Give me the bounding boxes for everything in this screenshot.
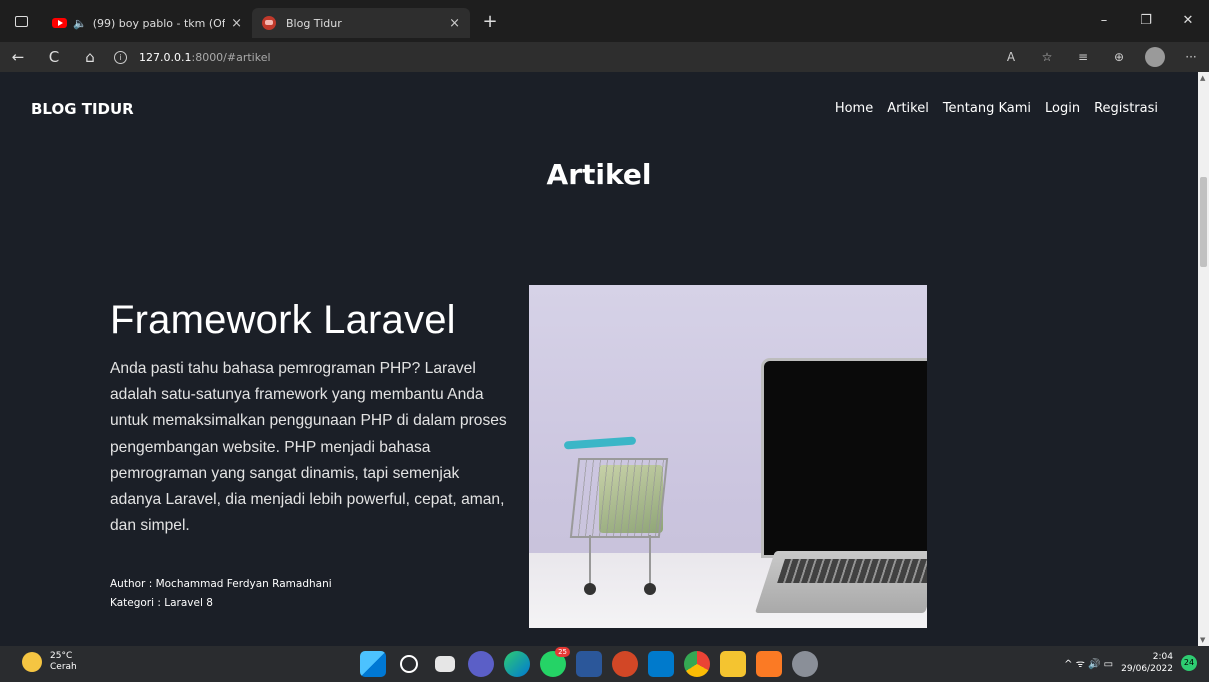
tab-youtube[interactable]: 🔈 (99) boy pablo - tkm (Officia × xyxy=(42,8,252,38)
favorites-icon[interactable]: ≡ xyxy=(1065,50,1101,64)
chrome-icon[interactable] xyxy=(684,651,710,677)
window-controls: – ❐ ✕ xyxy=(1083,0,1209,42)
nav-tentang-kami[interactable]: Tentang Kami xyxy=(943,101,1031,116)
article-author: Author : Mochammad Ferdyan Ramadhani xyxy=(110,578,332,590)
youtube-icon xyxy=(52,18,67,28)
search-icon[interactable] xyxy=(400,655,418,673)
image-cart-handle xyxy=(563,436,637,450)
article-meta: Author : Mochammad Ferdyan Ramadhani Kat… xyxy=(110,575,332,612)
scrollbar-thumb[interactable] xyxy=(1200,177,1207,267)
settings-gear-icon[interactable] xyxy=(792,651,818,677)
audio-playing-icon[interactable]: 🔈 xyxy=(73,17,87,30)
collections-icon[interactable]: ⊕ xyxy=(1101,50,1137,64)
image-shopping-cart xyxy=(569,458,669,538)
image-laptop-screen xyxy=(761,358,927,558)
image-cart-leg xyxy=(589,535,591,585)
weather-widget[interactable]: 25°C Cerah xyxy=(22,651,77,673)
back-button[interactable]: ← xyxy=(0,48,36,66)
site-info-icon[interactable]: i xyxy=(114,50,127,64)
page-scrollbar[interactable]: ▲ ▼ xyxy=(1198,72,1209,646)
site-brand[interactable]: BLOG TIDUR xyxy=(31,100,134,118)
nav-artikel[interactable]: Artikel xyxy=(887,101,929,116)
nav-home[interactable]: Home xyxy=(835,101,873,116)
tab-actions-icon xyxy=(14,15,28,27)
new-tab-button[interactable]: + xyxy=(478,11,502,32)
weather-desc: Cerah xyxy=(50,662,77,672)
teams-chat-icon[interactable] xyxy=(468,651,494,677)
tray-icons[interactable]: ^ ᯤ 🔊 ▭ xyxy=(1064,656,1113,670)
system-tray: ^ ᯤ 🔊 ▭ 2:04 29/06/2022 24 xyxy=(1064,651,1197,675)
weather-text: 25°C Cerah xyxy=(50,651,77,673)
whatsapp-badge: 25 xyxy=(555,647,570,657)
article-title: Framework Laravel xyxy=(110,298,456,342)
tab-actions-button[interactable] xyxy=(0,0,42,42)
weather-moon-icon xyxy=(22,652,42,672)
xampp-icon[interactable] xyxy=(756,651,782,677)
article-category: Kategori : Laravel 8 xyxy=(110,596,213,609)
taskbar-apps: 25 xyxy=(360,647,818,677)
url-field[interactable]: i 127.0.0.1:8000/#artikel xyxy=(108,44,993,70)
tab-bar: 🔈 (99) boy pablo - tkm (Officia × Blog T… xyxy=(0,0,1209,42)
minimize-button[interactable]: – xyxy=(1083,0,1125,42)
edge-icon[interactable] xyxy=(504,651,530,677)
blog-favicon-icon xyxy=(262,16,276,30)
task-view-icon[interactable] xyxy=(435,656,455,672)
profile-avatar[interactable] xyxy=(1145,47,1165,67)
tab-title: Blog Tidur xyxy=(286,16,342,30)
notification-badge[interactable]: 24 xyxy=(1181,655,1197,671)
image-laptop-keyboard xyxy=(777,559,927,583)
tab-blog-tidur[interactable]: Blog Tidur × xyxy=(252,8,470,38)
word-icon[interactable] xyxy=(576,651,602,677)
close-window-button[interactable]: ✕ xyxy=(1167,0,1209,42)
powerpoint-icon[interactable] xyxy=(612,651,638,677)
tab-close-icon[interactable]: × xyxy=(449,16,460,31)
section-title: Artikel xyxy=(546,158,652,191)
url-host: 127.0.0.1 xyxy=(139,50,192,64)
clock-date: 29/06/2022 xyxy=(1121,664,1173,674)
tab-title: (99) boy pablo - tkm (Officia xyxy=(92,16,226,30)
add-favorite-icon[interactable]: ☆ xyxy=(1029,50,1065,64)
home-button[interactable]: ⌂ xyxy=(72,48,108,66)
scroll-up-icon[interactable]: ▲ xyxy=(1200,74,1205,82)
article-image xyxy=(529,285,927,628)
read-aloud-icon[interactable]: A xyxy=(993,50,1029,64)
scroll-down-icon[interactable]: ▼ xyxy=(1200,636,1205,644)
more-menu-icon[interactable]: ··· xyxy=(1173,50,1209,64)
clock-time: 2:04 xyxy=(1152,652,1173,662)
image-cart-wheel xyxy=(644,583,656,595)
image-cart-leg xyxy=(649,535,651,585)
nav-login[interactable]: Login xyxy=(1045,101,1080,116)
clock[interactable]: 2:04 29/06/2022 xyxy=(1121,651,1173,675)
browser-toolbar: A ☆ ≡ ⊕ ··· xyxy=(993,47,1209,67)
start-icon[interactable] xyxy=(360,651,386,677)
image-cart-wheel xyxy=(584,583,596,595)
article-body: Anda pasti tahu bahasa pemrograman PHP? … xyxy=(110,360,507,535)
tab-close-icon[interactable]: × xyxy=(231,16,242,31)
restore-button[interactable]: ❐ xyxy=(1125,0,1167,42)
url-path: :8000/#artikel xyxy=(191,50,271,64)
weather-temp: 25°C xyxy=(50,651,73,661)
vscode-icon[interactable] xyxy=(648,651,674,677)
site-nav: Home Artikel Tentang Kami Login Registra… xyxy=(835,101,1158,116)
browser-window: 🔈 (99) boy pablo - tkm (Officia × Blog T… xyxy=(0,0,1209,682)
taskbar: 25°C Cerah 25 ^ ᯤ 🔊 ▭ 2:04 29/06/2022 24 xyxy=(0,646,1209,682)
address-bar: ← C ⌂ i 127.0.0.1:8000/#artikel A ☆ ≡ ⊕ … xyxy=(0,42,1209,72)
file-explorer-icon[interactable] xyxy=(720,651,746,677)
nav-registrasi[interactable]: Registrasi xyxy=(1094,101,1158,116)
whatsapp-icon[interactable]: 25 xyxy=(540,647,570,677)
page-viewport: BLOG TIDUR Home Artikel Tentang Kami Log… xyxy=(0,72,1198,646)
reload-button[interactable]: C xyxy=(36,48,72,66)
